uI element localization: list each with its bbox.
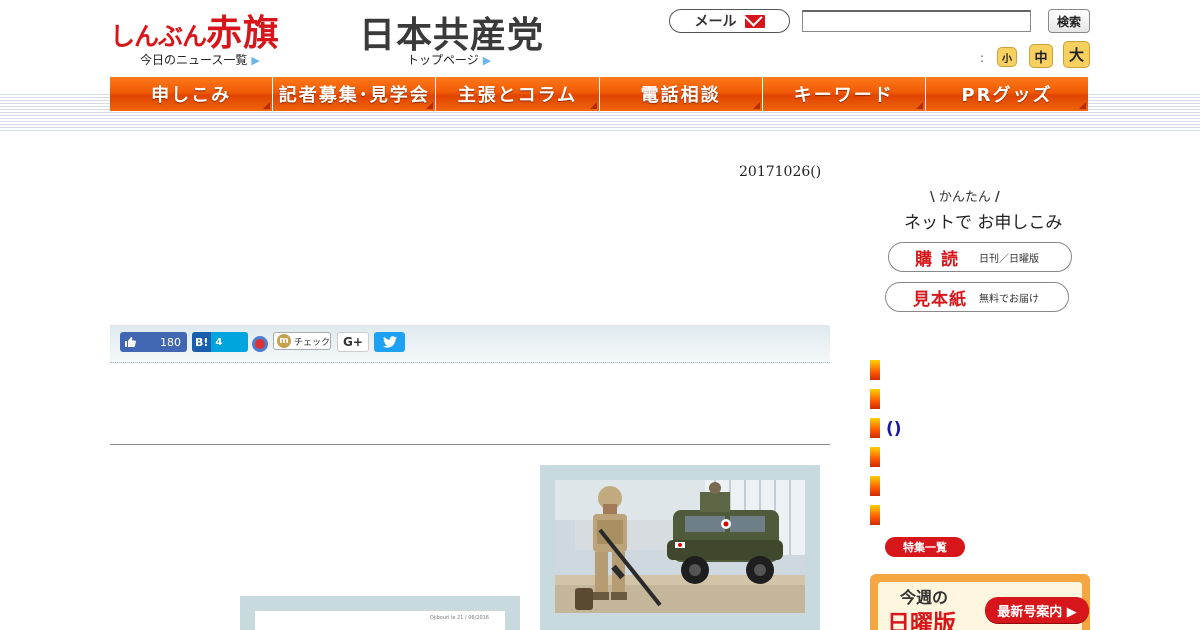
sidebar-bullet-icon — [870, 476, 880, 496]
top-page-label: トップページ — [407, 53, 479, 67]
article-photo-document[interactable]: Djibouti le 21 / 06/2016 — [255, 611, 505, 630]
font-size-small-button[interactable]: 小 — [997, 47, 1017, 67]
content-divider — [110, 444, 830, 445]
arrow-right-icon: ▶ — [482, 54, 492, 67]
sidebar-bullet-icon — [870, 389, 880, 409]
slash-left-icon: \ — [930, 190, 935, 205]
nav-item-phone-consult[interactable]: 電話相談 — [599, 77, 763, 111]
sunday-banner-line2: 日曜版 — [887, 611, 956, 630]
mail-label: メール — [694, 14, 737, 30]
sidebar-bullet-icon — [870, 505, 880, 525]
sidebar-feature-link[interactable]: () — [886, 419, 902, 439]
news-list-label: 今日のニュース一覧 — [140, 53, 248, 67]
twitter-bird-icon — [382, 336, 397, 348]
nav-item-apply[interactable]: 申しこみ — [110, 77, 274, 111]
news-list-link[interactable]: 今日のニュース一覧 ▶ — [140, 51, 260, 68]
sidebar-bullet-icon — [870, 418, 880, 438]
nav-item-pr-goods[interactable]: PRグッズ — [925, 77, 1089, 111]
font-size-medium-button[interactable]: 中 — [1029, 44, 1053, 68]
nav-item-keyword[interactable]: キーワード — [762, 77, 926, 111]
twitter-button[interactable] — [374, 332, 405, 352]
subscribe-label: 購読 — [915, 249, 967, 270]
mixi-icon: m — [277, 334, 291, 348]
article-photo-frame-2: Djibouti le 21 / 06/2016 — [240, 596, 520, 630]
hatena-bookmark-button[interactable]: B! 4 — [192, 332, 248, 352]
net-apply-heading: ネットで お申しこみ — [904, 213, 1063, 233]
akahata-logo-big: 赤旗 — [206, 13, 281, 54]
arrow-right-icon: ▶ — [251, 54, 260, 67]
font-size-large-button[interactable]: 大 — [1063, 41, 1090, 68]
sample-paper-label: 見本紙 — [913, 289, 967, 310]
plurk-icon[interactable] — [252, 336, 268, 352]
subscribe-button[interactable]: 購読 日刊／日曜版 — [888, 242, 1072, 272]
thumbs-up-icon — [120, 332, 140, 352]
feature-list-button[interactable]: 特集一覧 — [885, 537, 965, 557]
google-plus-button[interactable]: G+ — [337, 332, 369, 352]
font-size-label: : — [980, 51, 985, 65]
mixi-label: チェック — [294, 337, 331, 348]
envelope-icon — [744, 14, 765, 28]
facebook-like-count: 180 — [160, 335, 181, 349]
hatena-icon: B! — [192, 332, 212, 352]
search-input[interactable] — [802, 10, 1031, 32]
nav-item-recruit[interactable]: 記者募集･見学会 — [273, 77, 437, 111]
sample-paper-sublabel: 無料でお届け — [979, 293, 1039, 305]
subscribe-sublabel: 日刊／日曜版 — [979, 253, 1039, 265]
mail-button[interactable]: メール — [669, 9, 790, 33]
akahata-logo-small: しんぶん — [110, 22, 207, 51]
photo-caption: Djibouti le 21 / 06/2016 — [429, 615, 489, 621]
sidebar-bullet-icon — [870, 447, 880, 467]
nav-item-editorial[interactable]: 主張とコラム — [436, 77, 600, 111]
article-photo-soldier-vehicle[interactable] — [555, 480, 805, 613]
article-date: 20171026() — [739, 164, 822, 180]
main-nav: 申しこみ 記者募集･見学会 主張とコラム 電話相談 キーワード PRグッズ — [110, 77, 1089, 111]
net-apply-kantan: \ かんたん / — [930, 186, 1000, 205]
search-button[interactable]: 検索 — [1048, 9, 1090, 33]
net-apply-kantan-label: かんたん — [938, 190, 991, 205]
slash-right-icon: / — [995, 190, 1000, 205]
facebook-like-button[interactable]: 180 — [120, 332, 187, 352]
akahata-logo[interactable]: しんぶん赤旗 — [110, 4, 280, 56]
sidebar-bullet-icon — [870, 360, 880, 380]
article-photo-frame — [540, 465, 820, 630]
latest-issue-button[interactable]: 最新号案内 ▶ — [985, 597, 1089, 623]
sunday-edition-banner[interactable]: 今週の 日曜版 最新号案内 ▶ — [870, 574, 1090, 630]
sample-paper-button[interactable]: 見本紙 無料でお届け — [885, 282, 1069, 312]
hatena-count: 4 — [215, 336, 223, 348]
page: しんぶん赤旗 日本共産党 今日のニュース一覧 ▶ トップページ ▶ メール 検索 :… — [0, 0, 1200, 630]
top-page-link[interactable]: トップページ ▶ — [407, 51, 491, 68]
mixi-check-button[interactable]: m チェック — [273, 332, 331, 350]
